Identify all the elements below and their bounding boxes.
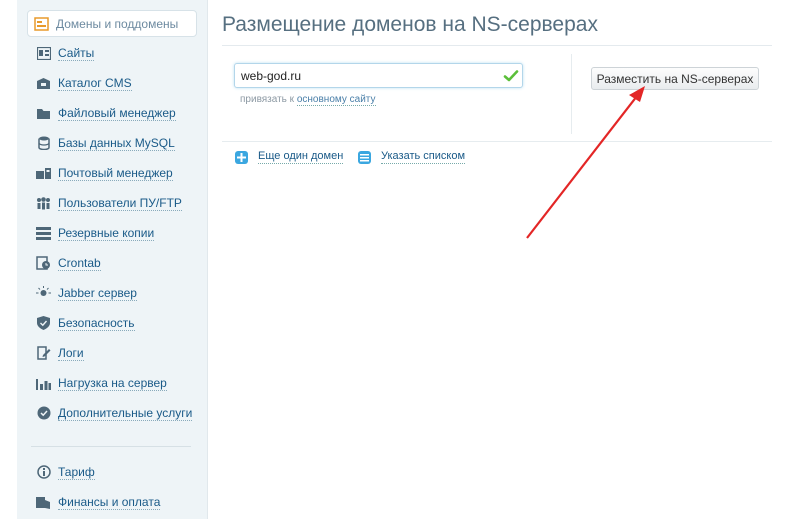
title-divider [222,45,772,46]
sidebar-item-users[interactable]: Пользователи ПУ/FTP [27,190,205,216]
sidebar-item-label: Файловый менеджер [58,105,176,121]
sidebar-item-file-manager[interactable]: Файловый менеджер [27,100,205,126]
sidebar-item-label: Почтовый менеджер [58,165,173,181]
sidebar-item-label: Каталог CMS [58,75,132,91]
sidebar: Домены и поддомены Сайты Каталог CMS Фай… [17,0,208,519]
sidebar-item-jabber[interactable]: Jabber сервер [27,280,205,306]
sidebar-divider [31,446,191,447]
list-mode-button[interactable]: Указать списком [358,149,466,165]
services-gear-icon [36,406,51,420]
sidebar-item-cms[interactable]: Каталог CMS [27,70,205,96]
bind-hint-prefix: привязать к [240,94,295,105]
place-on-ns-button[interactable]: Разместить на NS-серверах [591,67,759,90]
sidebar-item-label: Тариф [58,464,95,480]
backup-icon [36,226,51,240]
sidebar-item-label: Crontab [58,255,101,271]
main-site-link[interactable]: основному сайту [296,94,376,106]
bulb-icon [36,286,51,300]
sidebar-item-label: Пользователи ПУ/FTP [58,195,182,211]
sidebar-item-security[interactable]: Безопасность [27,310,205,336]
load-chart-icon [36,376,51,390]
plus-icon [235,150,248,164]
finance-icon [36,495,51,509]
section-divider [222,141,772,142]
sidebar-item-sites[interactable]: Сайты [27,40,205,66]
domain-input[interactable] [234,63,523,88]
list-icon [358,150,371,164]
mail-icon [36,166,51,180]
sidebar-item-label: Безопасность [58,315,135,331]
users-icon [36,196,51,210]
database-icon [36,136,51,150]
sidebar-item-logs[interactable]: Логи [27,340,205,366]
sidebar-item-label: Нагрузка на сервер [58,375,167,391]
sidebar-item-finance[interactable]: Финансы и оплата [27,489,205,515]
sites-icon [36,46,51,60]
bind-hint: привязать к основному сайту [240,94,376,106]
cms-icon [36,76,51,90]
add-domain-button[interactable]: Еще один домен [235,149,344,165]
folder-icon [36,106,51,120]
logs-icon [36,346,51,360]
clock-icon [36,256,51,270]
add-domain-label: Еще один домен [258,150,344,164]
sidebar-item-crontab[interactable]: Crontab [27,250,205,276]
sidebar-item-mysql[interactable]: Базы данных MySQL [27,130,205,156]
vertical-divider [571,54,572,134]
sidebar-item-backups[interactable]: Резервные копии [27,220,205,246]
sidebar-item-label: Резервные копии [58,225,155,241]
page-title: Размещение доменов на NS-серверах [222,13,598,36]
sidebar-item-label: Домены и поддомены [56,16,179,31]
sidebar-item-label: Дополнительные услуги [58,405,193,421]
tariff-icon [36,465,51,479]
sidebar-item-domains[interactable]: Домены и поддомены [27,10,197,37]
check-icon [503,70,519,82]
sidebar-item-label: Финансы и оплата [58,494,161,510]
sidebar-item-label: Jabber сервер [58,285,137,301]
shield-icon [36,316,51,330]
sidebar-item-server-load[interactable]: Нагрузка на сервер [27,370,205,396]
sidebar-item-label: Базы данных MySQL [58,135,175,151]
list-mode-label: Указать списком [381,150,466,164]
domains-icon [34,16,49,31]
sidebar-item-tariff[interactable]: Тариф [27,459,205,485]
sidebar-item-label: Сайты [58,45,95,61]
sidebar-item-mail[interactable]: Почтовый менеджер [27,160,205,186]
sidebar-item-label: Логи [58,345,84,361]
sidebar-item-extra-services[interactable]: Дополнительные услуги [27,400,205,426]
